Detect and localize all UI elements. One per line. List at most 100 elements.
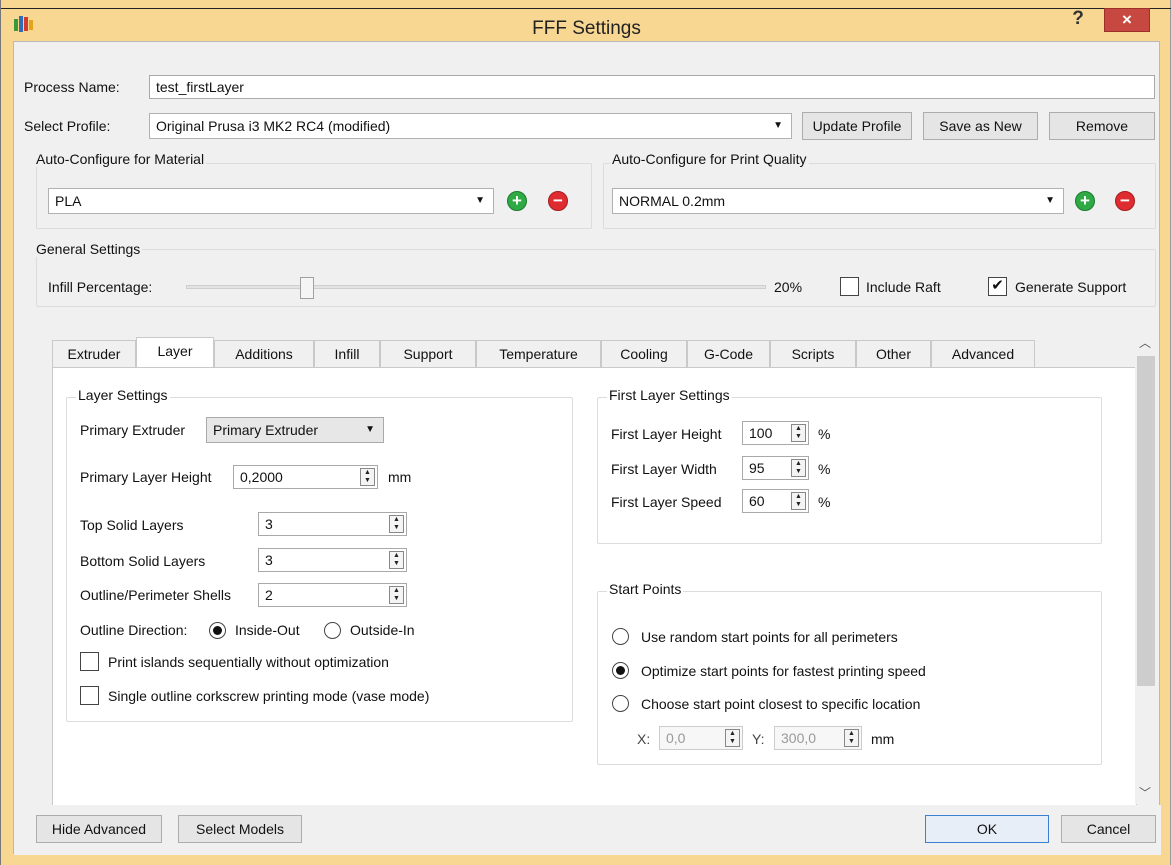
random-start-label: Use random start points for all perimete… <box>641 629 898 645</box>
infill-percentage-label: Infill Percentage: <box>48 279 153 295</box>
tab-scripts[interactable]: Scripts <box>770 340 856 367</box>
chevron-down-icon: ▼ <box>365 424 375 435</box>
start-y-value: 300,0 <box>781 730 817 746</box>
optimize-start-radio[interactable] <box>612 662 629 679</box>
general-settings-title: General Settings <box>34 241 143 257</box>
top-solid-layers-value: 3 <box>265 516 273 532</box>
generate-support-checkbox[interactable]: ✔ <box>988 277 1007 296</box>
spin-arrows-icon[interactable]: ▲ ▼ <box>389 586 404 604</box>
first-layer-height-value: 100 <box>749 425 773 441</box>
bottom-solid-layers-value: 3 <box>265 552 273 568</box>
spin-arrows-icon[interactable]: ▲ ▼ <box>389 551 404 569</box>
bottom-solid-layers-spinbox[interactable]: 3 ▲ ▼ <box>258 548 407 572</box>
spin-arrows-icon[interactable]: ▲ ▼ <box>725 729 740 747</box>
profile-select-value: Original Prusa i3 MK2 RC4 (modified) <box>156 118 391 134</box>
tab-other[interactable]: Other <box>856 340 931 367</box>
print-islands-checkbox[interactable] <box>80 652 99 671</box>
infill-slider-handle[interactable] <box>300 277 314 299</box>
top-solid-layers-label: Top Solid Layers <box>80 517 184 533</box>
scroll-down-icon[interactable]: ﹀ <box>1139 784 1151 801</box>
chevron-down-icon: ▼ <box>475 195 485 206</box>
select-models-button[interactable]: Select Models <box>178 815 302 843</box>
select-profile-label: Select Profile: <box>24 118 111 134</box>
start-points-title: Start Points <box>607 581 684 597</box>
tab-temperature[interactable]: Temperature <box>476 340 601 367</box>
start-y-spinbox[interactable]: 300,0 ▲ ▼ <box>774 726 862 750</box>
ok-button[interactable]: OK <box>925 815 1049 843</box>
spin-arrows-icon[interactable]: ▲ ▼ <box>791 459 806 477</box>
include-raft-label: Include Raft <box>866 279 941 295</box>
vase-mode-label: Single outline corkscrew printing mode (… <box>108 688 430 704</box>
tab-advanced[interactable]: Advanced <box>931 340 1035 367</box>
primary-extruder-value: Primary Extruder <box>213 422 319 438</box>
settings-tabs: Extruder Layer Additions Infill Support … <box>52 337 1092 367</box>
save-as-new-button[interactable]: Save as New <box>923 112 1038 140</box>
settings-scrollbar[interactable]: ︿ ﹀ <box>1135 334 1157 804</box>
remove-profile-button[interactable]: Remove <box>1049 112 1155 140</box>
tab-layer[interactable]: Layer <box>136 337 214 367</box>
layer-height-label: Primary Layer Height <box>80 469 212 485</box>
top-solid-layers-spinbox[interactable]: 3 ▲ ▼ <box>258 512 407 536</box>
start-x-label: X: <box>637 731 651 747</box>
include-raft-checkbox[interactable] <box>840 277 859 296</box>
start-y-label: Y: <box>752 731 765 747</box>
radio-selected-dot <box>616 666 625 675</box>
first-layer-speed-label: First Layer Speed <box>611 494 722 510</box>
perimeter-shells-spinbox[interactable]: 2 ▲ ▼ <box>258 583 407 607</box>
help-button[interactable]: ? <box>1063 8 1093 30</box>
dialog-footer: Hide Advanced Select Models OK Cancel <box>14 805 1161 855</box>
spin-arrows-icon[interactable]: ▲ ▼ <box>791 492 806 510</box>
outside-in-radio[interactable] <box>324 622 341 639</box>
chevron-down-icon: ▼ <box>1045 195 1055 206</box>
add-quality-icon[interactable]: + <box>1075 191 1095 211</box>
profile-select[interactable]: Original Prusa i3 MK2 RC4 (modified) ▼ <box>149 113 792 139</box>
primary-extruder-select[interactable]: Primary Extruder ▼ <box>206 417 384 443</box>
tab-extruder[interactable]: Extruder <box>52 340 136 367</box>
spin-arrows-icon[interactable]: ▲ ▼ <box>360 468 375 486</box>
tab-infill[interactable]: Infill <box>314 340 380 367</box>
spin-arrows-icon[interactable]: ▲ ▼ <box>844 729 859 747</box>
random-start-radio[interactable] <box>612 628 629 645</box>
chevron-down-icon: ▼ <box>773 120 783 131</box>
layer-height-unit: mm <box>388 469 412 485</box>
first-layer-height-unit: % <box>818 426 831 442</box>
spin-arrows-icon[interactable]: ▲ ▼ <box>389 515 404 533</box>
infill-percentage-value: 20% <box>774 279 803 295</box>
first-layer-settings-title: First Layer Settings <box>607 387 732 403</box>
remove-material-icon[interactable]: − <box>548 191 568 211</box>
first-layer-width-value: 95 <box>749 460 765 476</box>
print-islands-label: Print islands sequentially without optim… <box>108 654 389 670</box>
window-title: FFF Settings <box>532 18 641 39</box>
remove-quality-icon[interactable]: − <box>1115 191 1135 211</box>
add-material-icon[interactable]: + <box>507 191 527 211</box>
outline-direction-label: Outline Direction: <box>80 622 188 638</box>
first-layer-height-spinbox[interactable]: 100 ▲ ▼ <box>742 421 809 445</box>
first-layer-speed-value: 60 <box>749 493 765 509</box>
update-profile-button[interactable]: Update Profile <box>802 112 912 140</box>
spin-arrows-icon[interactable]: ▲ ▼ <box>791 424 806 442</box>
cancel-button[interactable]: Cancel <box>1061 815 1156 843</box>
perimeter-shells-label: Outline/Perimeter Shells <box>80 587 231 603</box>
close-button[interactable]: × <box>1104 8 1150 32</box>
infill-slider-track[interactable] <box>186 285 766 289</box>
tab-cooling[interactable]: Cooling <box>601 340 687 367</box>
closest-start-radio[interactable] <box>612 695 629 712</box>
generate-support-label: Generate Support <box>1015 279 1127 295</box>
process-name-input[interactable]: test_firstLayer <box>149 75 1155 99</box>
material-select[interactable]: PLA ▼ <box>48 188 494 214</box>
inside-out-radio[interactable] <box>209 622 226 639</box>
bottom-solid-layers-label: Bottom Solid Layers <box>80 553 206 569</box>
hide-advanced-button[interactable]: Hide Advanced <box>36 815 162 843</box>
tab-additions[interactable]: Additions <box>214 340 314 367</box>
first-layer-width-spinbox[interactable]: 95 ▲ ▼ <box>742 456 809 480</box>
layer-height-spinbox[interactable]: 0,2000 ▲ ▼ <box>233 465 378 489</box>
scroll-up-icon[interactable]: ︿ <box>1139 334 1151 351</box>
first-layer-speed-spinbox[interactable]: 60 ▲ ▼ <box>742 489 809 513</box>
tab-gcode[interactable]: G-Code <box>687 340 770 367</box>
start-x-spinbox[interactable]: 0,0 ▲ ▼ <box>659 726 743 750</box>
quality-select[interactable]: NORMAL 0.2mm ▼ <box>612 188 1064 214</box>
start-x-value: 0,0 <box>666 730 686 746</box>
vase-mode-checkbox[interactable] <box>80 686 99 705</box>
tab-support[interactable]: Support <box>380 340 476 367</box>
scrollbar-thumb[interactable] <box>1137 356 1155 686</box>
